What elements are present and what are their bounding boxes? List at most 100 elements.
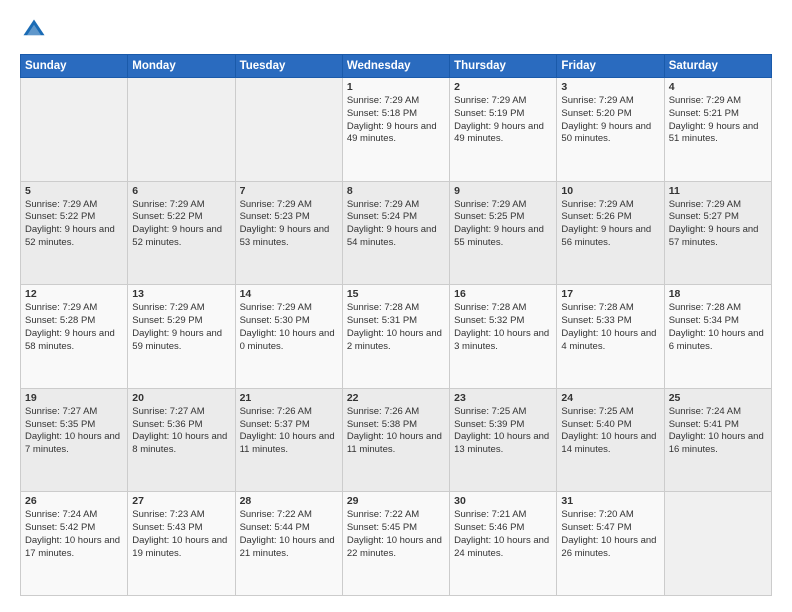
day-info: Sunrise: 7:24 AM Sunset: 5:42 PM Dayligh… (25, 509, 123, 560)
calendar-week-row: 26 Sunrise: 7:24 AM Sunset: 5:42 PM Dayli… (21, 492, 772, 596)
day-info: Sunrise: 7:24 AM Sunset: 5:41 PM Dayligh… (669, 406, 767, 457)
calendar-cell (128, 78, 235, 182)
day-info: Sunrise: 7:25 AM Sunset: 5:40 PM Dayligh… (561, 406, 659, 457)
calendar-cell: 5 Sunrise: 7:29 AM Sunset: 5:22 PM Daylig… (21, 181, 128, 285)
day-number: 17 (561, 288, 659, 300)
day-number: 19 (25, 392, 123, 404)
day-number: 31 (561, 495, 659, 507)
day-number: 28 (240, 495, 338, 507)
calendar-cell: 1Sunrise: 7:29 AM Sunset: 5:18 PM Daylig… (342, 78, 449, 182)
day-number: 21 (240, 392, 338, 404)
day-number: 22 (347, 392, 445, 404)
day-number: 26 (25, 495, 123, 507)
header (20, 16, 772, 44)
calendar-cell (21, 78, 128, 182)
day-number: 29 (347, 495, 445, 507)
day-info: Sunrise: 7:29 AM Sunset: 5:24 PM Dayligh… (347, 199, 445, 250)
day-info: Sunrise: 7:29 AM Sunset: 5:28 PM Dayligh… (25, 302, 123, 353)
calendar-cell: 15Sunrise: 7:28 AM Sunset: 5:31 PM Dayli… (342, 285, 449, 389)
calendar-table: SundayMondayTuesdayWednesdayThursdayFrid… (20, 54, 772, 596)
weekday-header: Thursday (450, 55, 557, 78)
day-number: 4 (669, 81, 767, 93)
calendar-week-row: 19 Sunrise: 7:27 AM Sunset: 5:35 PM Dayli… (21, 388, 772, 492)
day-info: Sunrise: 7:22 AM Sunset: 5:45 PM Dayligh… (347, 509, 445, 560)
weekday-header: Sunday (21, 55, 128, 78)
calendar-cell: 6 Sunrise: 7:29 AM Sunset: 5:22 PM Daylig… (128, 181, 235, 285)
calendar-cell: 28Sunrise: 7:22 AM Sunset: 5:44 PM Dayli… (235, 492, 342, 596)
calendar-page: SundayMondayTuesdayWednesdayThursdayFrid… (0, 0, 792, 612)
day-info: Sunrise: 7:26 AM Sunset: 5:38 PM Dayligh… (347, 406, 445, 457)
day-info: Sunrise: 7:29 AM Sunset: 5:26 PM Dayligh… (561, 199, 659, 250)
calendar-cell: 10 Sunrise: 7:29 AM Sunset: 5:26 PM Dayli… (557, 181, 664, 285)
day-number: 8 (347, 185, 445, 197)
day-number: 5 (25, 185, 123, 197)
weekday-header: Friday (557, 55, 664, 78)
weekday-header: Wednesday (342, 55, 449, 78)
day-number: 25 (669, 392, 767, 404)
day-number: 9 (454, 185, 552, 197)
day-number: 1 (347, 81, 445, 93)
calendar-cell (235, 78, 342, 182)
day-number: 20 (132, 392, 230, 404)
day-info: Sunrise: 7:25 AM Sunset: 5:39 PM Dayligh… (454, 406, 552, 457)
day-info: Sunrise: 7:29 AM Sunset: 5:23 PM Dayligh… (240, 199, 338, 250)
calendar-cell: 3Sunrise: 7:29 AM Sunset: 5:20 PM Daylig… (557, 78, 664, 182)
calendar-cell: 19 Sunrise: 7:27 AM Sunset: 5:35 PM Dayli… (21, 388, 128, 492)
day-info: Sunrise: 7:27 AM Sunset: 5:35 PM Dayligh… (25, 406, 123, 457)
day-info: Sunrise: 7:29 AM Sunset: 5:19 PM Dayligh… (454, 95, 552, 146)
day-info: Sunrise: 7:29 AM Sunset: 5:22 PM Dayligh… (25, 199, 123, 250)
calendar-cell: 11Sunrise: 7:29 AM Sunset: 5:27 PM Dayli… (664, 181, 771, 285)
day-number: 11 (669, 185, 767, 197)
day-info: Sunrise: 7:29 AM Sunset: 5:20 PM Dayligh… (561, 95, 659, 146)
day-info: Sunrise: 7:21 AM Sunset: 5:46 PM Dayligh… (454, 509, 552, 560)
day-info: Sunrise: 7:28 AM Sunset: 5:31 PM Dayligh… (347, 302, 445, 353)
calendar-week-row: 12 Sunrise: 7:29 AM Sunset: 5:28 PM Dayli… (21, 285, 772, 389)
day-number: 10 (561, 185, 659, 197)
day-info: Sunrise: 7:28 AM Sunset: 5:32 PM Dayligh… (454, 302, 552, 353)
calendar-cell: 31 Sunrise: 7:20 AM Sunset: 5:47 PM Dayli… (557, 492, 664, 596)
day-number: 23 (454, 392, 552, 404)
day-number: 18 (669, 288, 767, 300)
day-number: 12 (25, 288, 123, 300)
day-number: 16 (454, 288, 552, 300)
day-info: Sunrise: 7:27 AM Sunset: 5:36 PM Dayligh… (132, 406, 230, 457)
logo (20, 16, 54, 44)
day-info: Sunrise: 7:23 AM Sunset: 5:43 PM Dayligh… (132, 509, 230, 560)
weekday-header: Saturday (664, 55, 771, 78)
calendar-cell: 9 Sunrise: 7:29 AM Sunset: 5:25 PM Daylig… (450, 181, 557, 285)
calendar-cell: 24 Sunrise: 7:25 AM Sunset: 5:40 PM Dayli… (557, 388, 664, 492)
day-number: 6 (132, 185, 230, 197)
weekday-header: Monday (128, 55, 235, 78)
calendar-cell: 27Sunrise: 7:23 AM Sunset: 5:43 PM Dayli… (128, 492, 235, 596)
day-info: Sunrise: 7:20 AM Sunset: 5:47 PM Dayligh… (561, 509, 659, 560)
day-info: Sunrise: 7:29 AM Sunset: 5:22 PM Dayligh… (132, 199, 230, 250)
calendar-cell: 8 Sunrise: 7:29 AM Sunset: 5:24 PM Daylig… (342, 181, 449, 285)
day-number: 2 (454, 81, 552, 93)
calendar-cell: 2 Sunrise: 7:29 AM Sunset: 5:19 PM Daylig… (450, 78, 557, 182)
calendar-week-row: 1Sunrise: 7:29 AM Sunset: 5:18 PM Daylig… (21, 78, 772, 182)
logo-icon (20, 16, 48, 44)
calendar-cell: 23 Sunrise: 7:25 AM Sunset: 5:39 PM Dayli… (450, 388, 557, 492)
day-info: Sunrise: 7:28 AM Sunset: 5:34 PM Dayligh… (669, 302, 767, 353)
calendar-cell: 17Sunrise: 7:28 AM Sunset: 5:33 PM Dayli… (557, 285, 664, 389)
calendar-cell: 12 Sunrise: 7:29 AM Sunset: 5:28 PM Dayli… (21, 285, 128, 389)
calendar-cell: 21 Sunrise: 7:26 AM Sunset: 5:37 PM Dayli… (235, 388, 342, 492)
calendar-cell: 20 Sunrise: 7:27 AM Sunset: 5:36 PM Dayli… (128, 388, 235, 492)
day-info: Sunrise: 7:26 AM Sunset: 5:37 PM Dayligh… (240, 406, 338, 457)
weekday-header-row: SundayMondayTuesdayWednesdayThursdayFrid… (21, 55, 772, 78)
calendar-cell: 4Sunrise: 7:29 AM Sunset: 5:21 PM Daylig… (664, 78, 771, 182)
calendar-cell: 22 Sunrise: 7:26 AM Sunset: 5:38 PM Dayli… (342, 388, 449, 492)
weekday-header: Tuesday (235, 55, 342, 78)
day-info: Sunrise: 7:29 AM Sunset: 5:30 PM Dayligh… (240, 302, 338, 353)
day-info: Sunrise: 7:29 AM Sunset: 5:25 PM Dayligh… (454, 199, 552, 250)
calendar-cell: 16 Sunrise: 7:28 AM Sunset: 5:32 PM Dayli… (450, 285, 557, 389)
calendar-cell: 7Sunrise: 7:29 AM Sunset: 5:23 PM Daylig… (235, 181, 342, 285)
day-info: Sunrise: 7:29 AM Sunset: 5:29 PM Dayligh… (132, 302, 230, 353)
calendar-cell: 14 Sunrise: 7:29 AM Sunset: 5:30 PM Dayli… (235, 285, 342, 389)
calendar-cell: 29 Sunrise: 7:22 AM Sunset: 5:45 PM Dayli… (342, 492, 449, 596)
calendar-week-row: 5 Sunrise: 7:29 AM Sunset: 5:22 PM Daylig… (21, 181, 772, 285)
calendar-cell: 30Sunrise: 7:21 AM Sunset: 5:46 PM Dayli… (450, 492, 557, 596)
day-number: 24 (561, 392, 659, 404)
day-number: 14 (240, 288, 338, 300)
calendar-cell: 13Sunrise: 7:29 AM Sunset: 5:29 PM Dayli… (128, 285, 235, 389)
